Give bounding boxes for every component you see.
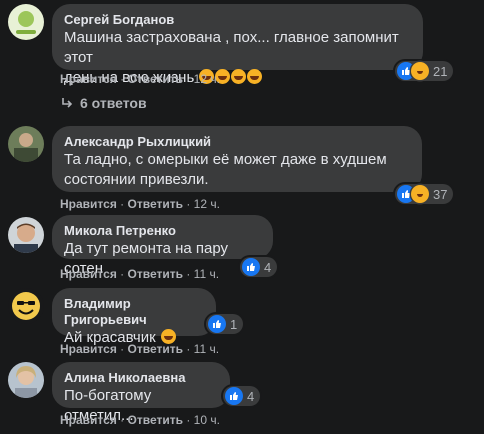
author-name[interactable]: Александр Рыхлицкий xyxy=(64,134,410,150)
reply-link[interactable]: Ответить xyxy=(128,342,183,356)
comment-actions: Нравится · Ответить · 12 ч. xyxy=(60,72,220,86)
separator: · xyxy=(120,267,125,281)
haha-icon xyxy=(411,62,429,80)
comment-text: Та ладно, с омерыки её может даже в худш… xyxy=(64,151,387,188)
view-replies-label: 6 ответов xyxy=(80,95,147,111)
separator: · xyxy=(186,197,191,211)
reactions-summary[interactable]: 1 xyxy=(206,314,244,334)
reply-arrow-icon xyxy=(62,98,73,108)
reactions-count: 4 xyxy=(264,259,272,275)
like-link[interactable]: Нравится xyxy=(60,197,117,211)
author-name[interactable]: Сергей Богданов xyxy=(64,12,411,28)
haha-icon xyxy=(411,185,429,203)
separator: · xyxy=(186,267,191,281)
comment-actions: Нравится · Ответить · 11 ч. xyxy=(60,342,219,356)
comment-bubble: Алина Николаевна По-богатому отметил... xyxy=(52,362,230,424)
separator: · xyxy=(120,72,125,86)
timestamp[interactable]: 12 ч. xyxy=(194,72,220,86)
separator: · xyxy=(120,413,125,427)
view-replies-link[interactable]: 6 ответов xyxy=(60,95,147,111)
avatar[interactable] xyxy=(8,4,44,40)
like-icon xyxy=(208,315,226,333)
like-link[interactable]: Нравится xyxy=(60,413,117,427)
reactions-count: 21 xyxy=(433,63,448,79)
avatar[interactable] xyxy=(8,288,44,324)
separator: · xyxy=(120,342,125,356)
author-name[interactable]: Владимир Григорьевич xyxy=(64,296,204,328)
separator: · xyxy=(120,197,125,211)
timestamp[interactable]: 12 ч. xyxy=(194,197,220,211)
author-name[interactable]: Алина Николаевна xyxy=(64,370,218,386)
like-link[interactable]: Нравится xyxy=(60,267,117,281)
comment-bubble: Микола Петренко Да тут ремонта на пару с… xyxy=(52,215,273,277)
reactions-count: 1 xyxy=(230,316,238,332)
timestamp[interactable]: 10 ч. xyxy=(194,413,220,427)
comment-bubble: Сергей Богданов Машина застрахована , по… xyxy=(52,4,423,86)
separator: · xyxy=(186,72,191,86)
like-icon xyxy=(225,387,243,405)
reactions-count: 4 xyxy=(247,388,255,404)
timestamp[interactable]: 11 ч. xyxy=(194,342,219,356)
comment-bubble: Александр Рыхлицкий Та ладно, с омерыки … xyxy=(52,126,422,192)
comment-bubble: Владимир Григорьевич Ай красавчик xyxy=(52,288,216,346)
laughing-emoji-icon xyxy=(231,69,247,84)
reply-link[interactable]: Ответить xyxy=(128,72,183,86)
avatar[interactable] xyxy=(8,362,44,398)
reply-link[interactable]: Ответить xyxy=(128,413,183,427)
comment-actions: Нравится · Ответить · 10 ч. xyxy=(60,413,220,427)
author-name[interactable]: Микола Петренко xyxy=(64,223,261,239)
like-link[interactable]: Нравится xyxy=(60,342,117,356)
reactions-summary[interactable]: 4 xyxy=(223,386,261,406)
like-icon xyxy=(242,258,260,276)
reactions-count: 37 xyxy=(433,186,448,202)
comment-actions: Нравится · Ответить · 12 ч. xyxy=(60,197,220,211)
avatar[interactable] xyxy=(8,217,44,253)
like-link[interactable]: Нравится xyxy=(60,72,117,86)
reactions-summary[interactable]: 21 xyxy=(395,61,454,81)
separator: · xyxy=(186,342,191,356)
comment-actions: Нравится · Ответить · 11 ч. xyxy=(60,267,219,281)
reply-link[interactable]: Ответить xyxy=(128,197,183,211)
separator: · xyxy=(186,413,191,427)
reactions-summary[interactable]: 37 xyxy=(395,184,454,204)
timestamp[interactable]: 11 ч. xyxy=(194,267,219,281)
reactions-summary[interactable]: 4 xyxy=(240,257,278,277)
reply-link[interactable]: Ответить xyxy=(128,267,183,281)
laughing-emoji-icon xyxy=(247,69,263,84)
avatar[interactable] xyxy=(8,126,44,162)
